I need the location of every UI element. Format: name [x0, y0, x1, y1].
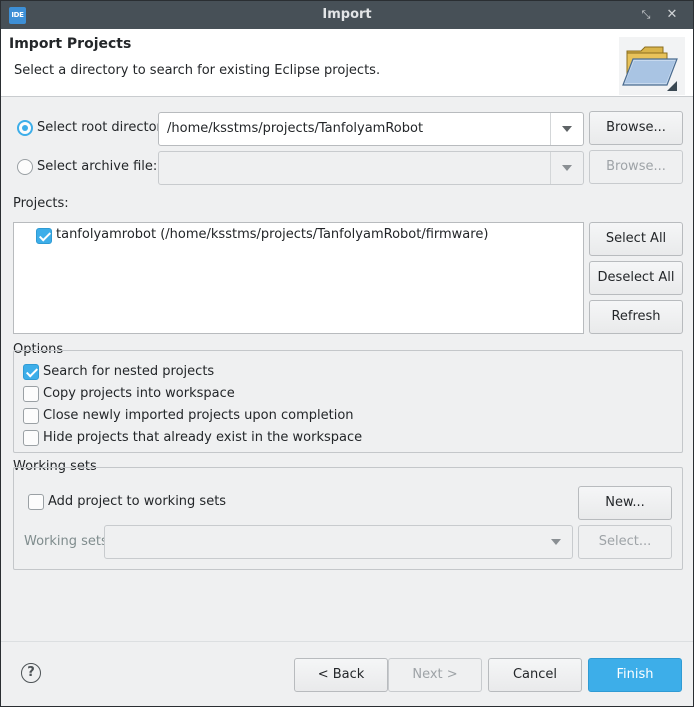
open-folder-icon	[619, 37, 685, 95]
close-imported-checkbox[interactable]	[23, 408, 39, 424]
root-directory-combo[interactable]: /home/ksstms/projects/TanfolyamRobot	[158, 112, 584, 146]
chevron-down-icon[interactable]	[551, 539, 561, 545]
root-directory-value: /home/ksstms/projects/TanfolyamRobot	[167, 121, 424, 136]
import-dialog: IDE Import ⤡ ✕ Import Projects Select a …	[0, 0, 694, 707]
hide-existing-checkbox[interactable]	[23, 430, 39, 446]
close-imported-label[interactable]: Close newly imported projects upon compl…	[43, 408, 354, 423]
combo-divider	[550, 113, 551, 145]
back-button[interactable]: < Back	[294, 658, 388, 692]
add-to-working-sets-checkbox[interactable]	[28, 494, 44, 510]
root-directory-label[interactable]: Select root directory:	[37, 120, 173, 135]
hide-existing-label[interactable]: Hide projects that already exist in the …	[43, 430, 362, 445]
working-sets-label: Working sets:	[24, 534, 113, 549]
finish-button[interactable]: Finish	[588, 658, 682, 692]
next-button[interactable]: Next >	[388, 658, 482, 692]
browse-archive-button[interactable]: Browse...	[589, 150, 683, 184]
nested-projects-checkbox[interactable]	[23, 364, 39, 380]
add-to-working-sets-label[interactable]: Add project to working sets	[48, 494, 226, 509]
deselect-all-button[interactable]: Deselect All	[589, 261, 683, 295]
projects-list[interactable]: tanfolyamrobot (/home/ksstms/projects/Ta…	[13, 222, 584, 334]
archive-file-combo[interactable]	[158, 151, 584, 185]
project-checkbox[interactable]	[36, 228, 52, 244]
select-working-set-button[interactable]: Select...	[578, 525, 672, 559]
browse-root-button[interactable]: Browse...	[589, 111, 683, 145]
title-bar[interactable]: IDE Import ⤡ ✕	[1, 1, 693, 29]
select-all-button[interactable]: Select All	[589, 222, 683, 256]
page-subtitle: Select a directory to search for existin…	[14, 63, 381, 78]
working-sets-combo[interactable]	[104, 525, 573, 559]
close-window-icon[interactable]: ✕	[664, 7, 680, 23]
chevron-down-icon[interactable]	[562, 165, 572, 171]
window-title: Import	[322, 7, 372, 22]
page-title: Import Projects	[9, 36, 132, 52]
copy-projects-checkbox[interactable]	[23, 386, 39, 402]
archive-file-label[interactable]: Select archive file:	[37, 159, 157, 174]
cancel-button[interactable]: Cancel	[488, 658, 582, 692]
root-directory-radio[interactable]	[17, 120, 33, 136]
new-working-set-button[interactable]: New...	[578, 486, 672, 520]
project-item-label[interactable]: tanfolyamrobot (/home/ksstms/projects/Ta…	[56, 227, 488, 242]
archive-file-radio[interactable]	[17, 159, 33, 175]
combo-divider	[550, 152, 551, 184]
help-icon[interactable]: ?	[21, 663, 41, 683]
restore-window-icon[interactable]: ⤡	[638, 7, 654, 23]
chevron-down-icon[interactable]	[562, 126, 572, 132]
wizard-header: Import Projects Select a directory to se…	[1, 29, 693, 97]
copy-projects-label[interactable]: Copy projects into workspace	[43, 386, 235, 401]
footer-divider	[1, 641, 693, 642]
nested-projects-label[interactable]: Search for nested projects	[43, 364, 214, 379]
refresh-button[interactable]: Refresh	[589, 300, 683, 334]
projects-label: Projects:	[13, 196, 69, 211]
